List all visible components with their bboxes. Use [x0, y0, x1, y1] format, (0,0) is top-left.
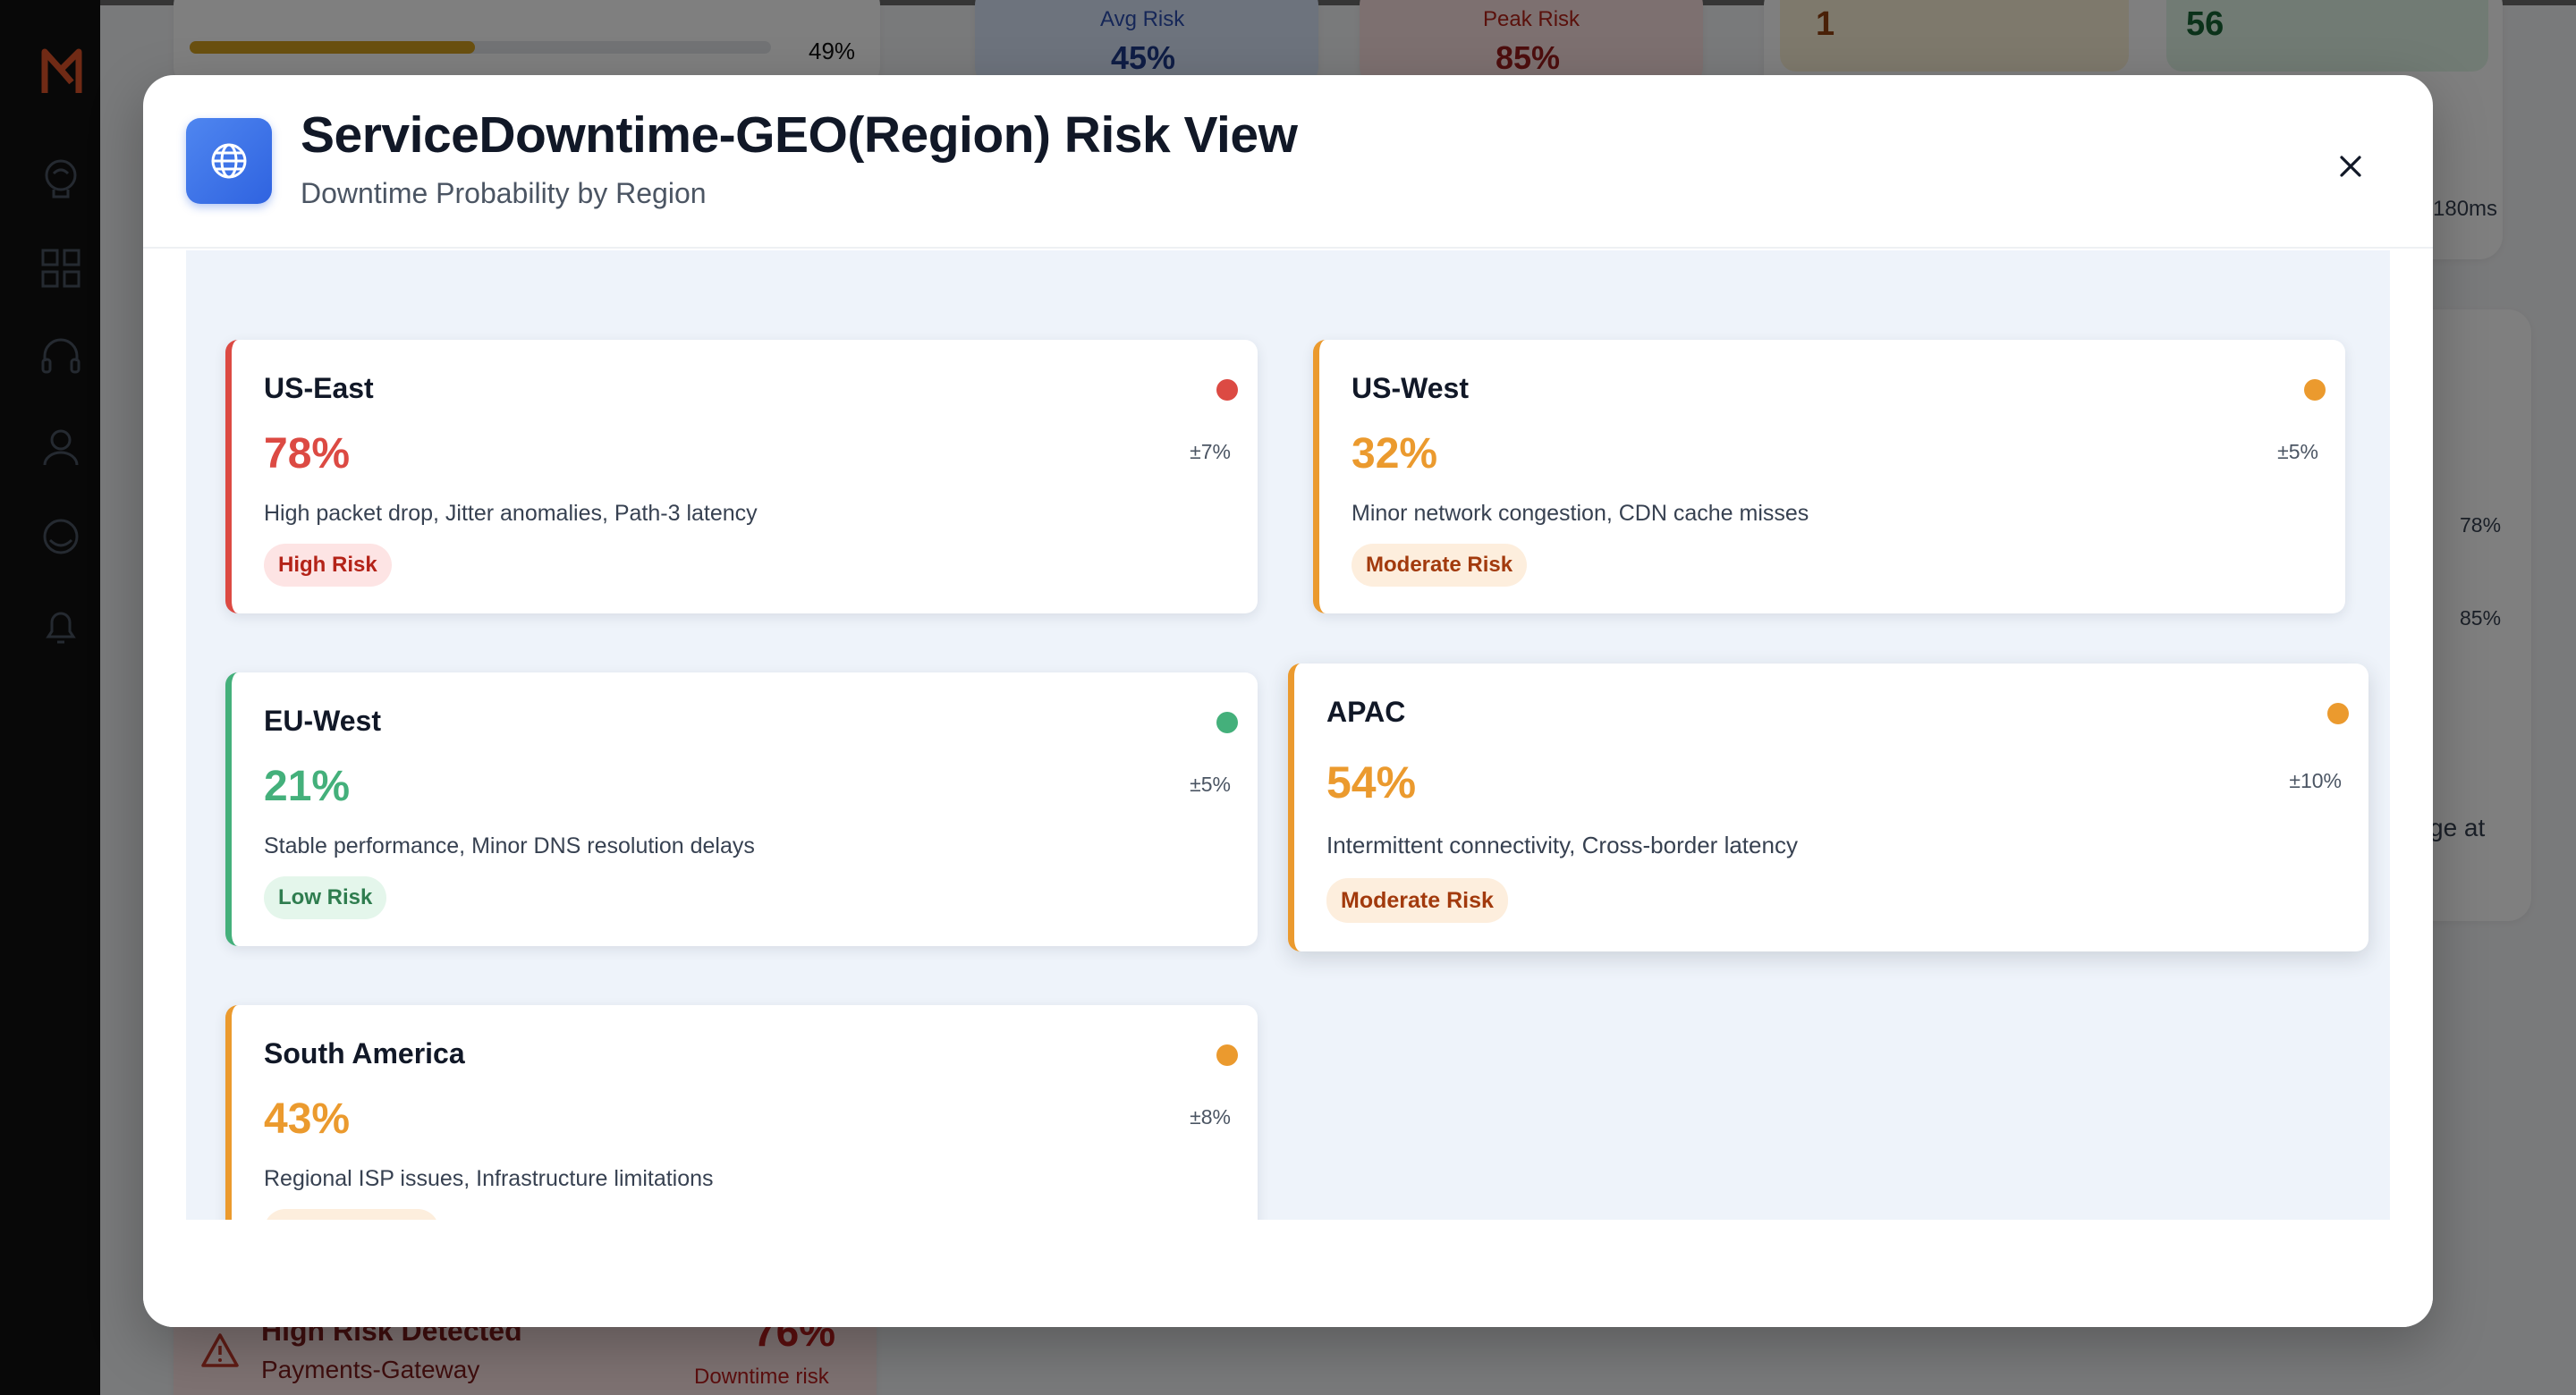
region-factors: Stable performance, Minor DNS resolution…: [264, 833, 755, 858]
region-confidence-interval: ±10%: [2289, 769, 2342, 792]
region-factors: Regional ISP issues, Infrastructure limi…: [264, 1166, 714, 1191]
risk-badge: Low Risk: [264, 876, 387, 919]
status-dot: [1216, 379, 1238, 401]
region-downtime-percent: 43%: [264, 1095, 351, 1143]
modal-header: ServiceDowntime-GEO(Region) Risk View Do…: [143, 75, 2433, 249]
close-button[interactable]: [2327, 143, 2374, 190]
region-card-eu-west[interactable]: EU-West 21% ±5% Stable performance, Mino…: [225, 672, 1258, 946]
region-factors: Minor network congestion, CDN cache miss…: [1352, 501, 1809, 526]
region-confidence-interval: ±8%: [1190, 1105, 1231, 1129]
risk-badge: Moderate Risk: [1326, 878, 1508, 923]
region-name: US-East: [264, 372, 374, 404]
region-name: South America: [264, 1037, 465, 1070]
region-factors: Intermittent connectivity, Cross-border …: [1326, 832, 1798, 858]
status-dot: [1216, 1044, 1238, 1066]
region-risk-modal: ServiceDowntime-GEO(Region) Risk View Do…: [143, 75, 2433, 1327]
region-confidence-interval: ±5%: [1190, 773, 1231, 796]
region-cards-area: US-East 78% ±7% High packet drop, Jitter…: [186, 250, 2390, 1279]
region-factors: High packet drop, Jitter anomalies, Path…: [264, 501, 758, 526]
region-card-apac[interactable]: APAC 54% ±10% Intermittent connectivity,…: [1288, 664, 2368, 951]
region-confidence-interval: ±5%: [2277, 440, 2318, 463]
region-downtime-percent: 54%: [1326, 757, 1417, 807]
region-downtime-percent: 32%: [1352, 430, 1438, 478]
region-downtime-percent: 21%: [264, 763, 351, 810]
status-dot: [2304, 379, 2326, 401]
region-name: US-West: [1352, 372, 1469, 404]
globe-icon: [211, 143, 247, 179]
modal-footer: [143, 1220, 2433, 1327]
risk-badge: High Risk: [264, 544, 392, 587]
region-card-us-west[interactable]: US-West 32% ±5% Minor network congestion…: [1313, 340, 2345, 613]
globe-icon-badge: [186, 118, 272, 204]
risk-badge: Moderate Risk: [1352, 544, 1528, 587]
region-card-us-east[interactable]: US-East 78% ±7% High packet drop, Jitter…: [225, 340, 1258, 613]
region-name: APAC: [1326, 696, 1406, 728]
status-dot: [2327, 703, 2349, 724]
status-dot: [1216, 712, 1238, 733]
modal-subtitle: Downtime Probability by Region: [301, 177, 707, 209]
region-name: EU-West: [264, 705, 381, 737]
region-confidence-interval: ±7%: [1190, 440, 1231, 463]
region-downtime-percent: 78%: [264, 430, 351, 478]
close-icon[interactable]: [2337, 153, 2364, 180]
modal-title: ServiceDowntime-GEO(Region) Risk View: [301, 106, 1298, 164]
